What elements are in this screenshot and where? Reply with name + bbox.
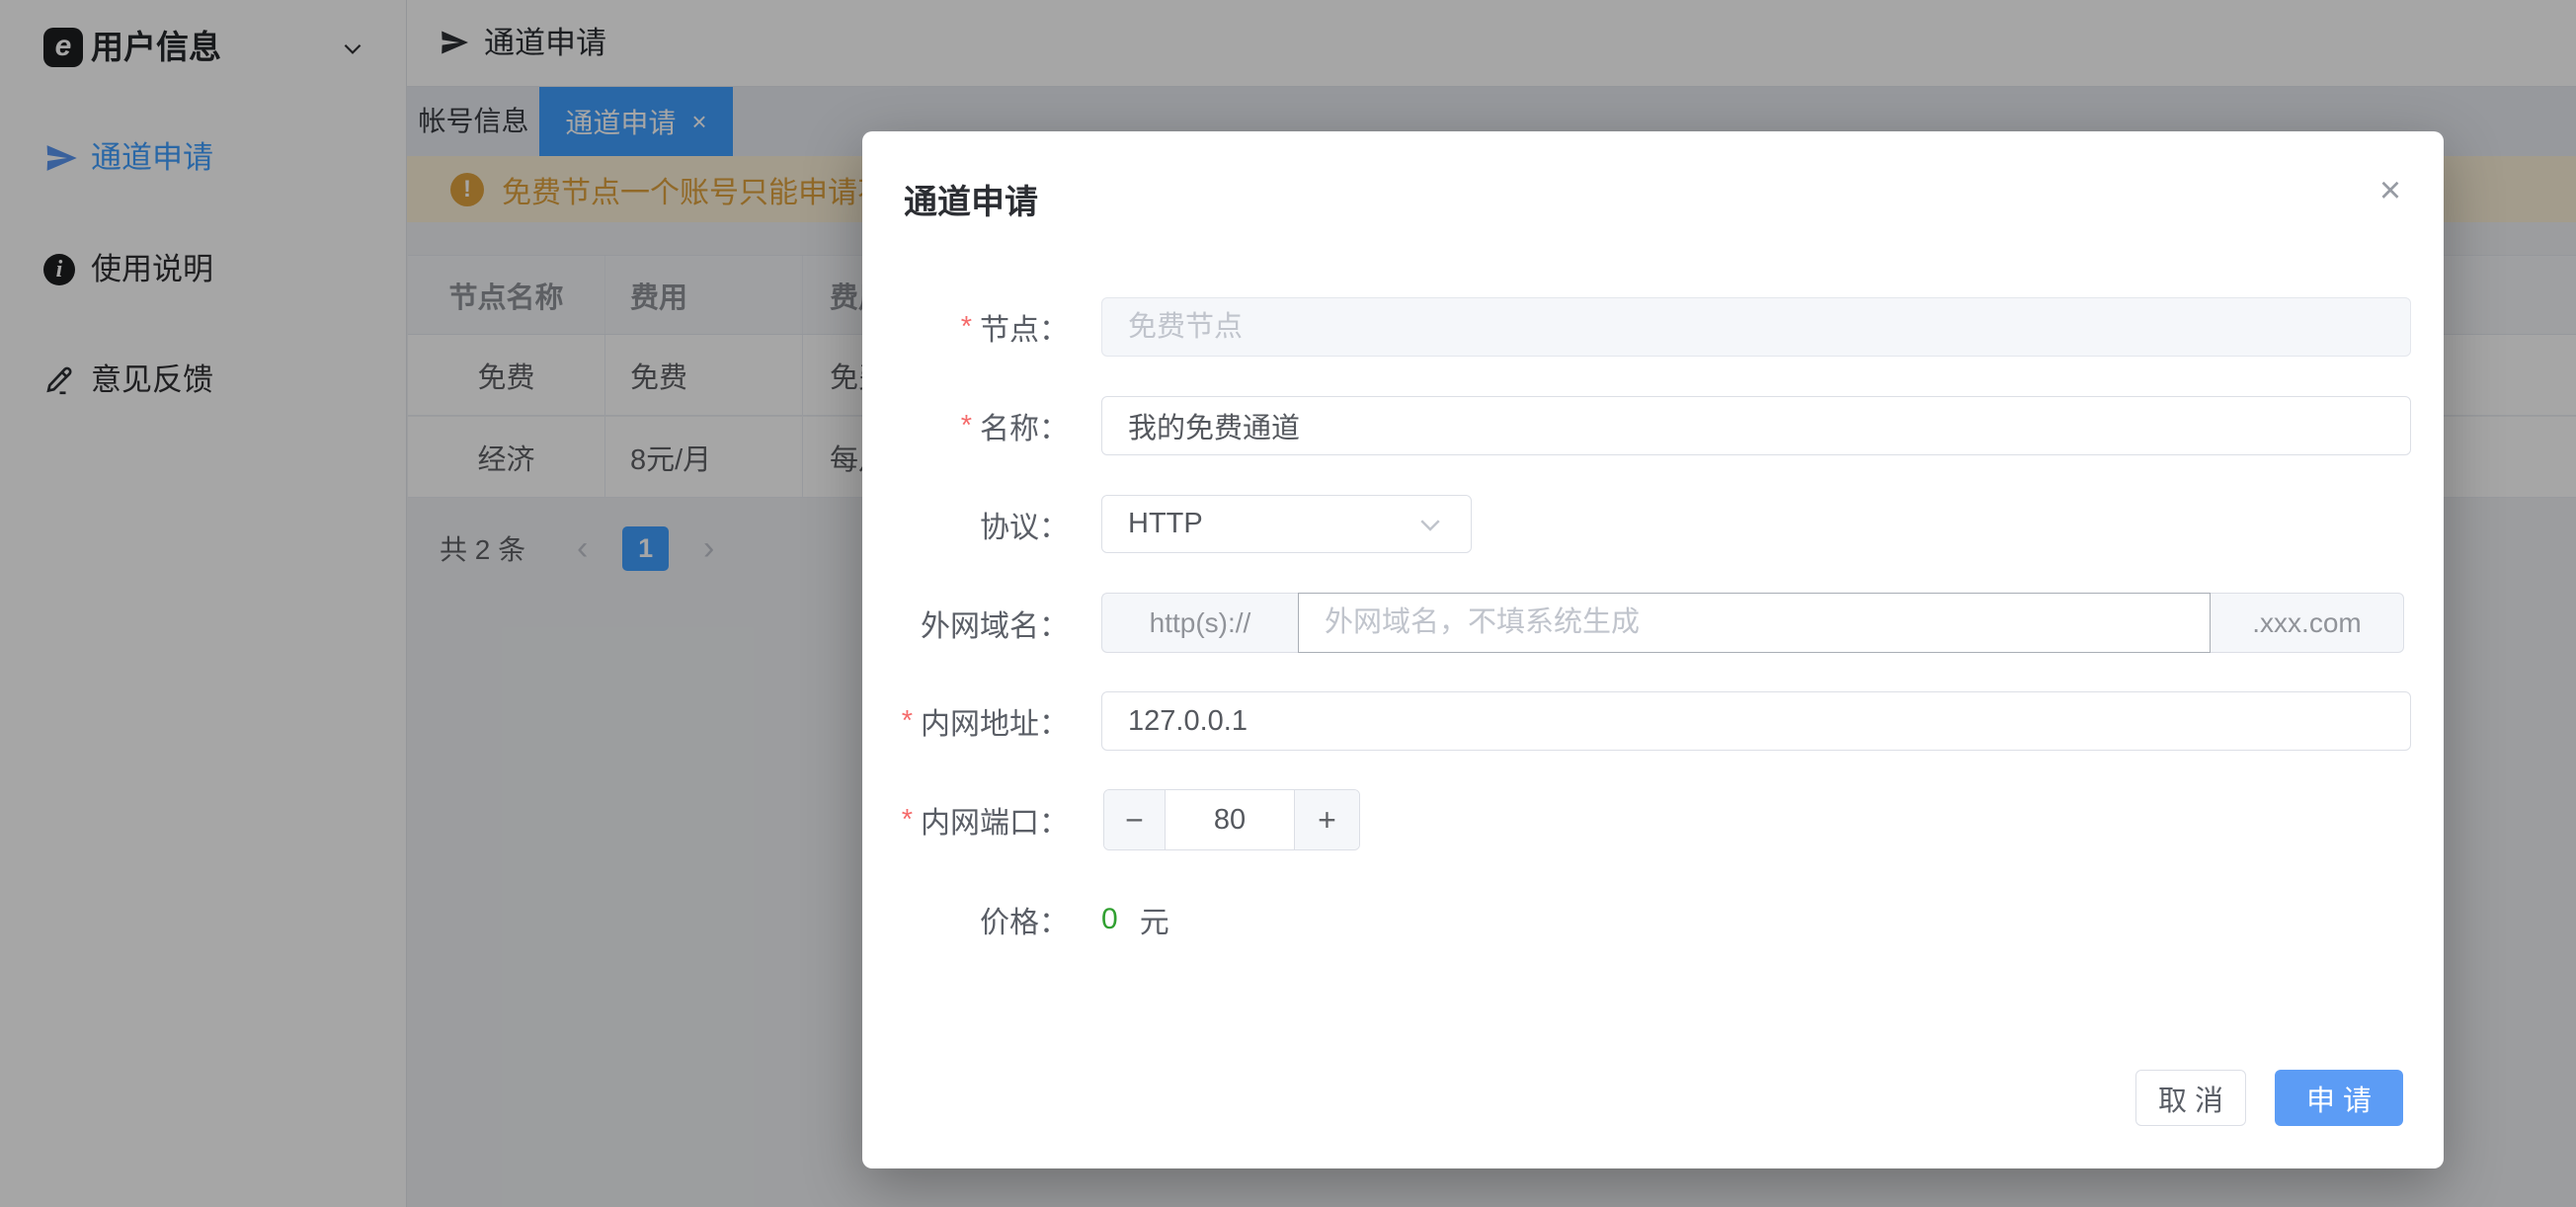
chevron-down-icon: [1415, 510, 1445, 539]
internal-address-input[interactable]: [1101, 691, 2411, 751]
protocol-select-value: HTTP: [1128, 508, 1203, 539]
field-label-price: 价格：: [980, 907, 1069, 939]
required-mark: *: [901, 803, 913, 836]
channel-apply-dialog: 通道申请 × * 节点： * 名称： 协议： HTTP: [862, 131, 2444, 1168]
field-label-protocol: 协议：: [980, 511, 1069, 544]
required-mark: *: [960, 310, 972, 343]
internal-port-value[interactable]: 80: [1166, 790, 1294, 849]
price-unit: 元: [1139, 907, 1169, 939]
stepper-decrease-button[interactable]: −: [1104, 790, 1166, 849]
field-label-node: * 节点：: [960, 310, 1069, 348]
protocol-select[interactable]: HTTP: [1101, 495, 1472, 553]
domain-prepend: http(s)://: [1101, 593, 1298, 653]
field-label-domain: 外网域名：: [921, 609, 1069, 643]
field-label-internal-address: * 内网地址：: [901, 704, 1069, 742]
domain-input[interactable]: [1298, 593, 2211, 653]
node-input[interactable]: [1101, 297, 2411, 357]
stepper-increase-button[interactable]: +: [1294, 790, 1359, 849]
price-value: 0: [1101, 903, 1118, 935]
price-row: 0 元: [1101, 890, 1169, 949]
cancel-button[interactable]: 取 消: [2135, 1070, 2246, 1126]
required-mark: *: [901, 704, 913, 737]
name-input[interactable]: [1101, 396, 2411, 455]
required-mark: *: [960, 409, 972, 442]
field-label-name: * 名称：: [960, 409, 1069, 446]
dialog-title: 通道申请: [904, 184, 1038, 221]
dialog-close-icon[interactable]: ×: [2369, 169, 2412, 212]
field-label-internal-port: * 内网端口：: [901, 803, 1069, 841]
app-screen: e 用户信息 通道申请 i 使用说明 意见反馈 通道申请 帐号信息 通道申请 ×…: [0, 0, 2576, 1207]
domain-append: .xxx.com: [2211, 593, 2404, 653]
internal-port-stepper: − 80 +: [1103, 789, 1360, 850]
apply-button[interactable]: 申 请: [2275, 1070, 2403, 1126]
